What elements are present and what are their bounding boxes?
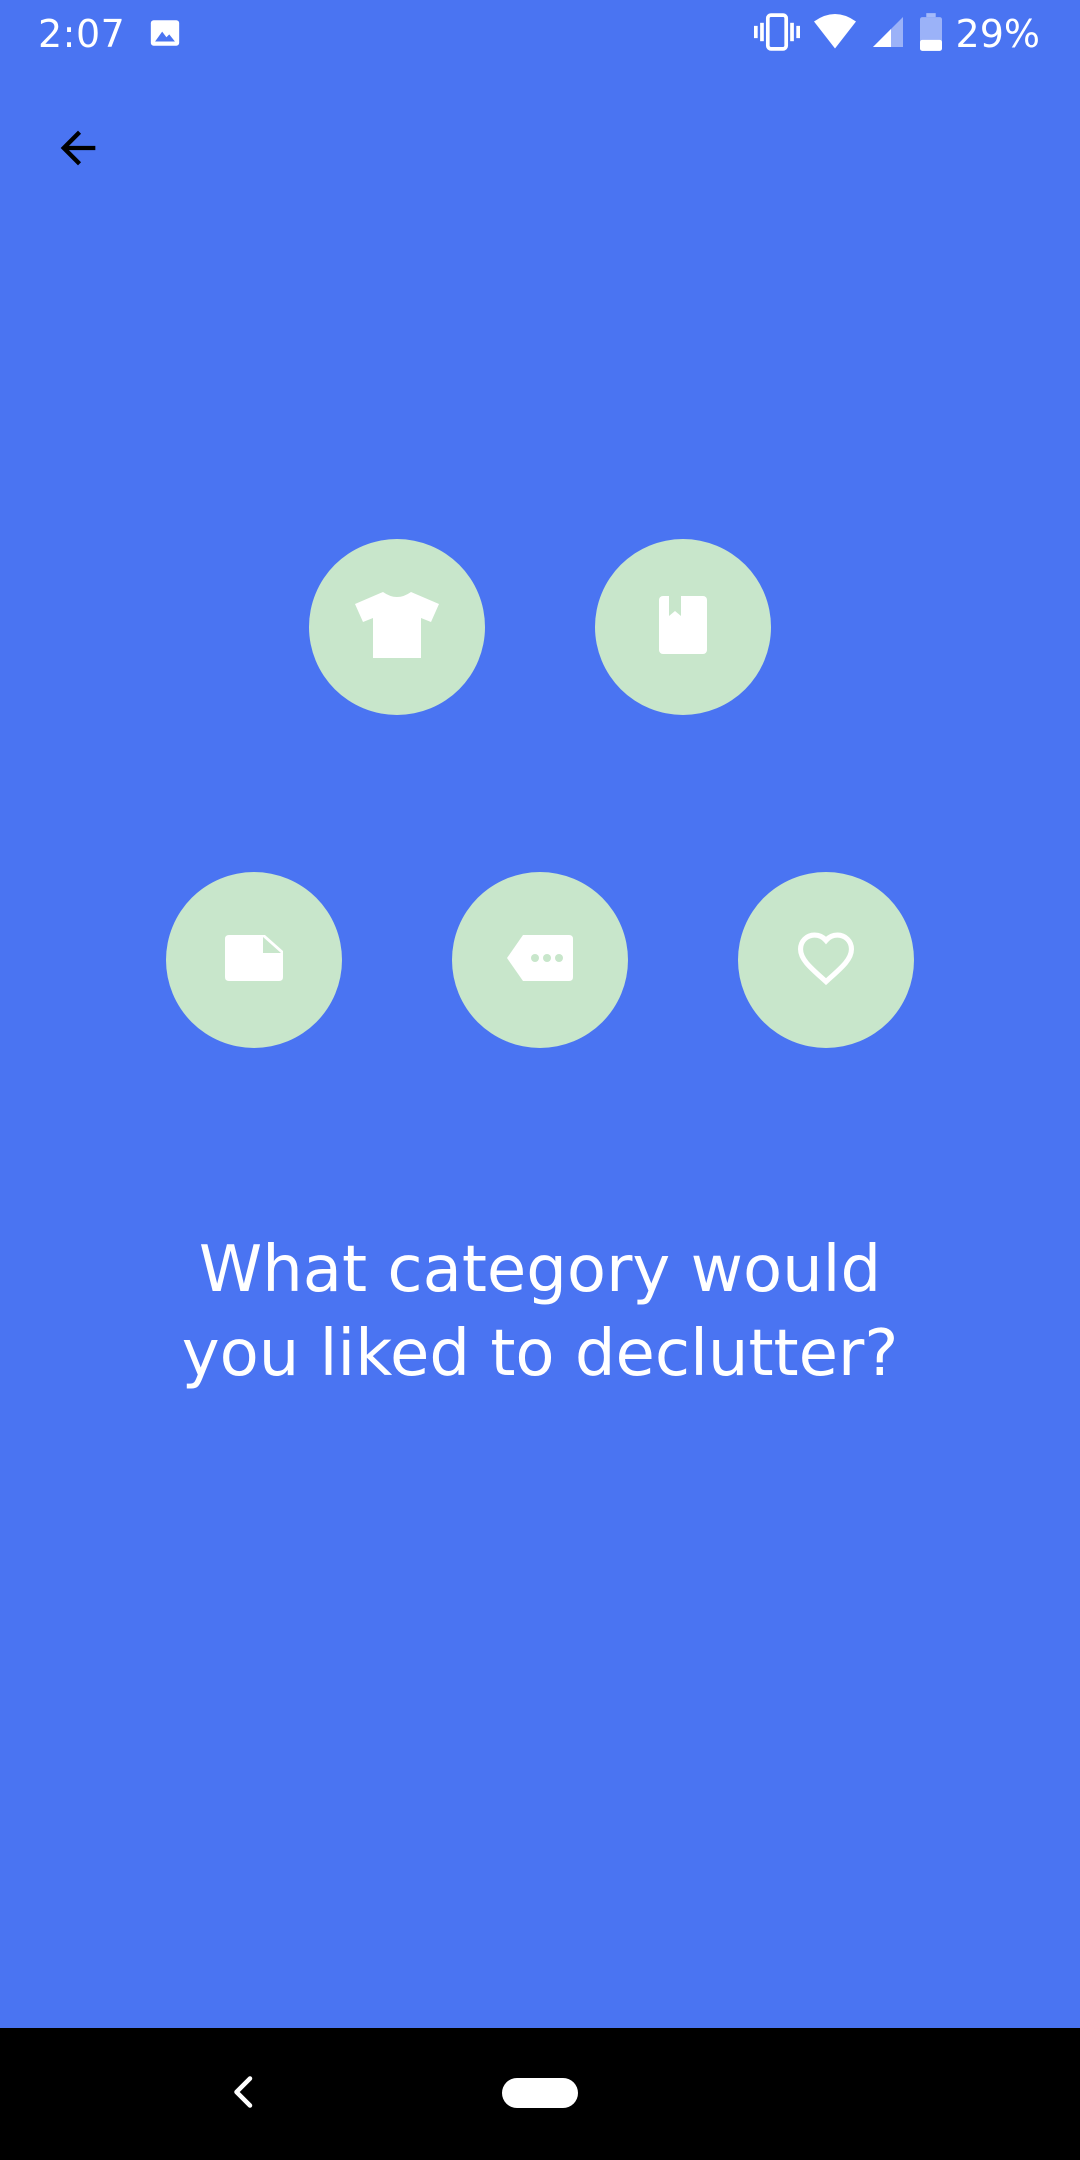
category-books-button[interactable] (595, 539, 771, 715)
prompt-text: What category would you liked to declutt… (90, 1228, 990, 1396)
status-icons: 29% (753, 10, 1040, 58)
nav-home-button[interactable] (502, 2078, 578, 2108)
prompt-line-2: you liked to declutter? (181, 1317, 899, 1391)
back-button[interactable] (36, 108, 120, 192)
nav-back-button[interactable] (214, 2064, 274, 2124)
battery-icon (919, 13, 942, 55)
signal-icon (870, 14, 906, 54)
chevron-left-icon (229, 2074, 259, 2114)
prompt-line-1: What category would (198, 1233, 882, 1307)
status-time: 2:07 (38, 12, 126, 56)
image-icon (148, 16, 182, 50)
note-icon (225, 935, 283, 985)
category-sentimental-button[interactable] (738, 872, 914, 1048)
wifi-icon (813, 14, 856, 54)
heart-icon (795, 930, 857, 990)
book-icon (659, 596, 707, 658)
arrow-left-icon (52, 122, 104, 178)
tshirt-icon (355, 590, 439, 664)
tag-icon (507, 935, 573, 985)
category-misc-button[interactable] (452, 872, 628, 1048)
status-bar: 2:07 29% (0, 0, 1080, 68)
battery-percent: 29% (955, 12, 1040, 56)
screen: 2:07 29% What category would you liked t… (0, 0, 1080, 2160)
category-papers-button[interactable] (166, 872, 342, 1048)
category-clothes-button[interactable] (309, 539, 485, 715)
navigation-bar (0, 2028, 1080, 2160)
vibrate-icon (753, 12, 800, 56)
